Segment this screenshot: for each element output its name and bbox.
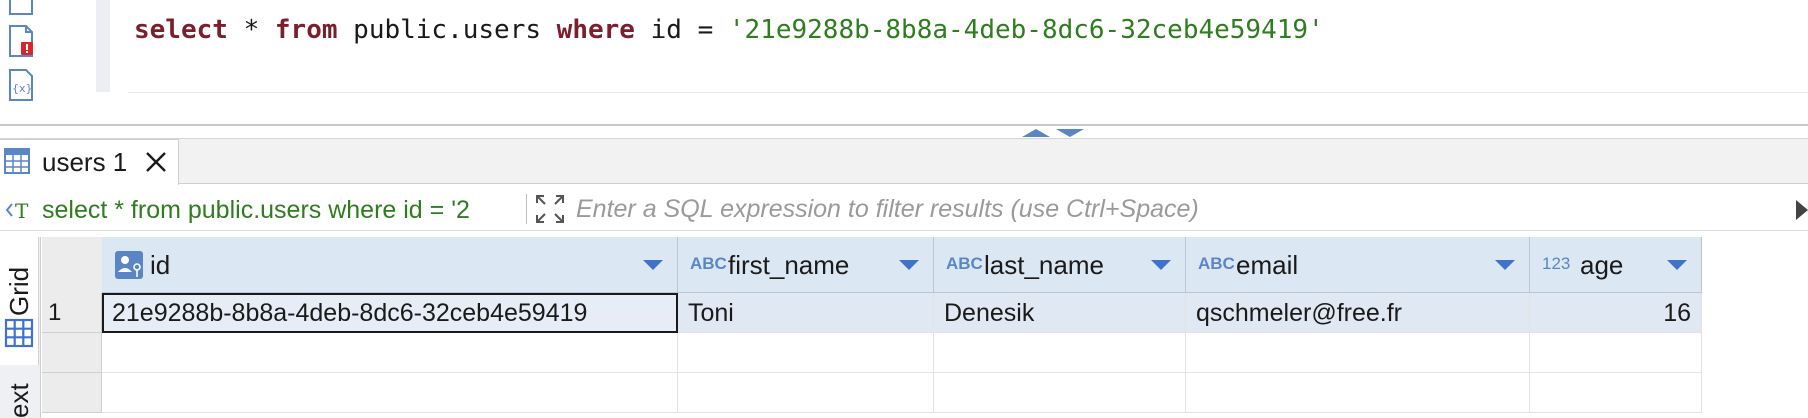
table-grid-icon <box>4 148 30 174</box>
chevron-right-icon[interactable] <box>1796 198 1808 222</box>
filter-divider <box>526 194 527 224</box>
sql-editor-line[interactable]: select * from public.users where id = '2… <box>134 12 1324 48</box>
sql-keyword: from <box>274 15 338 45</box>
result-tab-label: users 1 <box>42 147 128 177</box>
column-name: first_name <box>728 250 850 280</box>
table-cell-id[interactable] <box>102 373 678 413</box>
row-number[interactable] <box>42 333 102 373</box>
grid-view-label: Grid <box>4 266 34 316</box>
table-cell-first-name[interactable] <box>678 333 934 373</box>
sql-text: id = <box>634 15 729 45</box>
grid-icon <box>4 318 34 348</box>
script-error-icon[interactable] <box>6 24 36 58</box>
text-type-badge: ABC <box>690 254 727 273</box>
table-cell-first-name[interactable] <box>678 373 934 413</box>
sql-text: * <box>227 15 275 45</box>
table-cell-email[interactable] <box>1186 333 1530 373</box>
sort-chevron-down-icon[interactable] <box>642 258 664 272</box>
table-cell-email[interactable] <box>1186 373 1530 413</box>
table-cell-age[interactable]: 16 <box>1530 293 1702 333</box>
text-view-label[interactable]: ext <box>4 383 35 418</box>
table-cell-last-name[interactable] <box>934 373 1186 413</box>
column-header-first-name[interactable]: ABC first_name <box>678 237 934 293</box>
table-cell-id[interactable] <box>102 333 678 373</box>
sort-chevron-down-icon[interactable] <box>1494 258 1516 272</box>
table-cell-last-name[interactable] <box>934 333 1186 373</box>
filter-query-text: select * from public.users where id = '2 <box>42 196 470 224</box>
table-cell-id[interactable]: 21e9288b-8b8a-4deb-8dc6-32ceb4e59419 <box>102 293 678 333</box>
variables-icon[interactable]: {x} <box>6 68 36 102</box>
table-cell-email[interactable]: qschmeler@free.fr <box>1186 293 1530 333</box>
sql-keyword: select <box>134 15 228 45</box>
row-number[interactable]: 1 <box>42 293 102 333</box>
filter-input[interactable] <box>576 192 1776 226</box>
script-icon[interactable] <box>6 0 36 16</box>
panel-splitter[interactable] <box>0 124 1808 126</box>
sort-chevron-down-icon[interactable] <box>1666 258 1688 272</box>
editor-divider <box>128 92 1808 93</box>
primary-key-icon <box>115 251 143 279</box>
editor-gutter-bar <box>96 0 110 92</box>
sort-chevron-down-icon[interactable] <box>1150 258 1172 272</box>
column-name: last_name <box>984 250 1104 280</box>
result-tab-bar <box>0 139 1808 184</box>
numeric-type-badge: 123 <box>1542 254 1571 273</box>
column-name: age <box>1580 250 1624 280</box>
svg-text:T: T <box>15 199 29 223</box>
svg-text:{x}: {x} <box>12 82 33 95</box>
column-header-last-name[interactable]: ABC last_name <box>934 237 1186 293</box>
close-icon[interactable] <box>142 148 170 176</box>
expand-icon[interactable] <box>534 193 566 225</box>
column-header-age[interactable]: 123 age <box>1530 237 1702 293</box>
sql-text: public.users <box>337 15 557 45</box>
table-cell-age[interactable] <box>1530 333 1702 373</box>
row-number[interactable] <box>42 373 102 413</box>
row-number-header <box>42 237 103 294</box>
table-cell-last-name[interactable]: Denesik <box>934 293 1186 333</box>
column-header-email[interactable]: ABC email <box>1186 237 1530 293</box>
table-cell-first-name[interactable]: Toni <box>678 293 934 333</box>
text-type-badge: ABC <box>1198 254 1235 273</box>
sql-keyword: where <box>556 15 635 45</box>
text-type-badge: ABC <box>946 254 983 273</box>
column-header-id[interactable]: id <box>102 237 678 293</box>
sort-chevron-down-icon[interactable] <box>898 258 920 272</box>
column-name: id <box>150 250 171 280</box>
column-name: email <box>1236 250 1299 280</box>
sql-string: '21e9288b-8b8a-4deb-8dc6-32ceb4e59419' <box>728 15 1324 45</box>
table-cell-age[interactable] <box>1530 373 1702 413</box>
collapse-panels-icon[interactable] <box>1020 126 1100 138</box>
sql-filter-icon[interactable]: T <box>4 196 38 224</box>
